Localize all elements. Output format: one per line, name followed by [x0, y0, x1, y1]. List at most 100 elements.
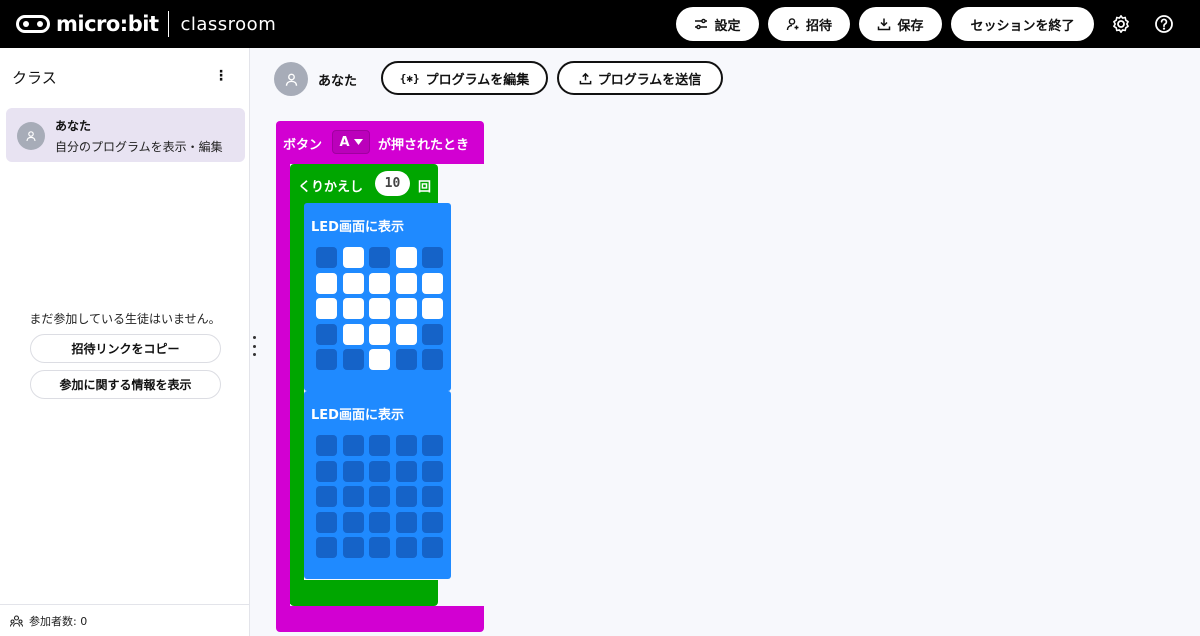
led-cell-0-2[interactable]	[369, 247, 390, 268]
led-cell-1-2[interactable]	[369, 460, 390, 482]
led-cell-4-2[interactable]	[369, 537, 390, 558]
led-cell-3-3[interactable]	[395, 511, 417, 533]
led-cell-0-0[interactable]	[316, 247, 337, 268]
led-cell-0-2[interactable]	[369, 435, 390, 456]
led-cell-2-2[interactable]	[369, 298, 390, 319]
led-cell-4-3[interactable]	[395, 537, 417, 558]
save-label: 保存	[897, 18, 924, 34]
save-button[interactable]: 保存	[859, 7, 942, 41]
invite-label: 招待	[805, 18, 832, 34]
led-cell-3-1[interactable]	[342, 323, 364, 345]
led-cell-1-3[interactable]	[395, 272, 417, 294]
led-cell-2-4[interactable]	[422, 486, 443, 507]
microbit-logo-icon	[16, 15, 50, 33]
led-cell-3-4[interactable]	[422, 511, 443, 533]
people-icon	[10, 614, 23, 627]
logo-text: micro:bit	[56, 12, 159, 36]
led-cell-0-4[interactable]	[422, 247, 443, 268]
led-cell-4-4[interactable]	[422, 349, 443, 370]
led-cell-2-0[interactable]	[316, 486, 337, 507]
more-options-icon[interactable]: ⋮	[214, 68, 228, 84]
led-cell-1-4[interactable]	[422, 272, 443, 294]
led-cell-3-0[interactable]	[316, 323, 337, 345]
user-icon	[26, 131, 36, 142]
chevron-down-icon	[353, 139, 363, 145]
sliders-icon	[695, 18, 708, 30]
avatar	[17, 122, 45, 150]
led-cell-4-1[interactable]	[342, 537, 364, 558]
repeat-block-body	[290, 204, 304, 604]
led-cell-1-0[interactable]	[316, 272, 337, 294]
led-cell-4-1[interactable]	[342, 349, 364, 370]
send-program-button[interactable]: プログラムを送信	[557, 61, 723, 95]
help-icon[interactable]	[1153, 13, 1175, 35]
copy-invite-link-button[interactable]: 招待リンクをコピー	[30, 334, 221, 363]
led-cell-1-2[interactable]	[369, 272, 390, 294]
led-cell-3-0[interactable]	[316, 511, 337, 533]
download-icon	[878, 18, 891, 31]
led-cell-4-3[interactable]	[395, 349, 417, 370]
led-cell-1-4[interactable]	[422, 460, 443, 482]
led-cell-0-1[interactable]	[342, 247, 364, 268]
led-cell-3-1[interactable]	[342, 511, 364, 533]
event-suffix: が押されたとき	[378, 138, 470, 153]
led-cell-4-4[interactable]	[422, 537, 443, 558]
gear-icon[interactable]	[1110, 13, 1132, 35]
led-cell-1-3[interactable]	[395, 460, 417, 482]
event-prefix: ボタン	[283, 138, 323, 153]
student-item-you[interactable]: あなた 自分のプログラムを表示・編集	[6, 108, 245, 162]
led-cell-2-4[interactable]	[422, 298, 443, 319]
end-session-button[interactable]: セッションを終了	[951, 7, 1094, 41]
led-cell-2-3[interactable]	[395, 486, 417, 507]
led-cell-0-3[interactable]	[395, 247, 417, 268]
edit-program-button[interactable]: {✱} プログラムを編集	[381, 61, 548, 95]
led-cell-0-1[interactable]	[342, 435, 364, 456]
end-session-label: セッションを終了	[970, 18, 1075, 34]
led-cell-0-3[interactable]	[395, 435, 417, 456]
show-leds-label-2: LED画面に表示	[311, 408, 404, 423]
show-leds-label-1: LED画面に表示	[311, 220, 404, 235]
edit-program-label: プログラムを編集	[425, 72, 530, 88]
led-cell-3-3[interactable]	[395, 323, 417, 345]
show-join-info-button[interactable]: 参加に関する情報を表示	[30, 370, 221, 399]
student-description: 自分のプログラムを表示・編集	[55, 140, 223, 154]
sidebar-resize-handle[interactable]	[251, 336, 257, 356]
class-sidebar: クラス ⋮ あなた 自分のプログラムを表示・編集 まだ参加している生徒はいません…	[0, 48, 250, 636]
led-cell-0-0[interactable]	[316, 435, 337, 456]
student-name: あなた	[55, 119, 92, 133]
invite-button[interactable]: 招待	[768, 7, 850, 41]
upload-icon	[579, 72, 592, 84]
participant-count: 参加者数: 0	[29, 614, 88, 628]
logo-divider	[168, 11, 170, 37]
button-select-dropdown[interactable]: A	[332, 130, 370, 154]
event-block-body	[276, 160, 290, 610]
settings-label: 設定	[714, 18, 741, 34]
led-cell-3-2[interactable]	[369, 323, 390, 345]
event-block-footer	[276, 606, 484, 632]
led-cell-2-2[interactable]	[369, 486, 390, 507]
repeat-block-footer	[290, 580, 438, 606]
settings-button[interactable]: 設定	[676, 7, 759, 41]
send-program-label: プログラムを送信	[597, 72, 702, 88]
code-edit-icon: {✱}	[399, 71, 420, 85]
repeat-prefix: くりかえし	[298, 180, 364, 195]
led-cell-1-0[interactable]	[316, 460, 337, 482]
repeat-count-input[interactable]: 10	[375, 171, 410, 196]
current-user-name: あなた	[318, 74, 358, 89]
led-cell-2-3[interactable]	[395, 298, 417, 319]
user-icon	[285, 73, 297, 86]
no-students-message: まだ参加している生徒はいません。	[29, 312, 221, 326]
led-cell-2-1[interactable]	[342, 486, 364, 507]
led-cell-1-1[interactable]	[342, 272, 364, 294]
led-cell-2-0[interactable]	[316, 298, 337, 319]
led-cell-4-0[interactable]	[316, 537, 337, 558]
led-cell-1-1[interactable]	[342, 460, 364, 482]
led-cell-4-2[interactable]	[369, 349, 390, 370]
led-cell-3-4[interactable]	[422, 323, 443, 345]
microbit-logo: micro:bit classroom	[16, 11, 276, 37]
led-cell-3-2[interactable]	[369, 511, 390, 533]
led-cell-2-1[interactable]	[342, 298, 364, 319]
led-cell-4-0[interactable]	[316, 349, 337, 370]
logo-subtitle: classroom	[180, 13, 277, 35]
led-cell-0-4[interactable]	[422, 435, 443, 456]
